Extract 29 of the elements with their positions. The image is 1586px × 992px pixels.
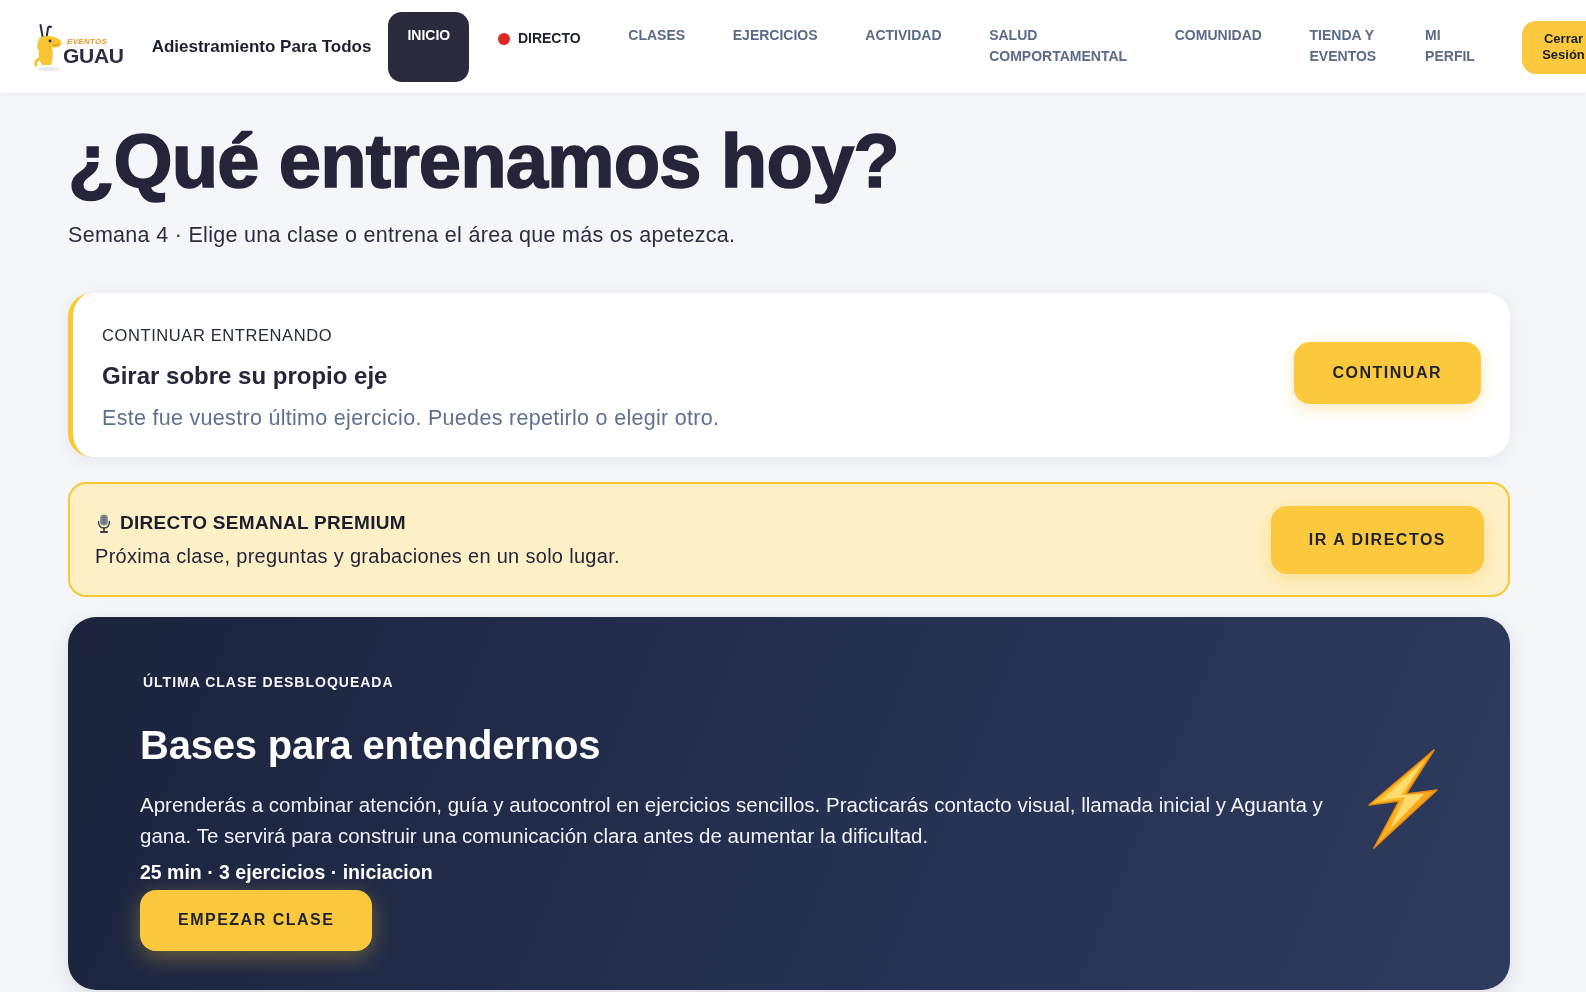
nav-tab[interactable]: EJERCICIOS: [713, 12, 837, 82]
lightning-icon: [1368, 748, 1438, 849]
logo-small-text: EVENTOS: [67, 36, 109, 46]
section-label: CONTINUAR ENTRENANDO: [102, 325, 333, 346]
class-title: Bases para entendernos: [140, 722, 601, 770]
live-button[interactable]: IR A DIRECTOS: [1270, 505, 1484, 574]
exercise-title: Girar sobre su propio eje: [102, 361, 388, 391]
nav-tab[interactable]: DIRECTO: [478, 12, 600, 82]
nav-tab[interactable]: SALUD COMPORTAMENTAL: [970, 12, 1147, 82]
logout-button[interactable]: Cerrar Sesión: [1522, 20, 1586, 74]
dog-mascot-icon: [34, 23, 64, 71]
start-class-button[interactable]: EMPEZAR CLASE: [140, 889, 373, 951]
banner-title: DIRECTO SEMANAL PREMIUM: [120, 511, 406, 535]
class-description: Aprenderás a combinar atención, guía y autocontrol en ejercicios sencillos. Practicarás contacto visual, llamada inicial y Aguanta y gana. Te servirá para construir una comunicación clara antes de aumentar la dificultad.: [140, 792, 1324, 850]
class-meta: 25 min · 3 ejercicios · iniciacion: [140, 859, 433, 885]
site-title: Adiestramiento Para Todos: [151, 36, 372, 58]
nav-tab[interactable]: CLASES: [609, 12, 705, 82]
page-subtitle: Semana 4 · Elige una clase o entrena el área que más os apetezca.: [68, 222, 736, 249]
section-label: ÚLTIMA CLASE DESBLOQUEADA: [143, 672, 394, 693]
nav-tab[interactable]: INICIO: [388, 12, 470, 82]
nav-tab[interactable]: TIENDA Y EVENTOS: [1290, 12, 1397, 82]
card-description: Este fue vuestro último ejercicio. Puedes repetirlo o elegir otro.: [102, 405, 720, 432]
nav-tab[interactable]: COMUNIDAD: [1155, 12, 1281, 82]
nav-tab[interactable]: ACTIVIDAD: [846, 12, 961, 82]
banner-description: Próxima clase, preguntas y grabaciones en un solo lugar.: [95, 544, 620, 569]
microphone-icon: [97, 513, 111, 533]
nav-tab[interactable]: MI PERFIL: [1406, 12, 1512, 82]
logo-text: GUAU: [63, 45, 124, 66]
continue-button[interactable]: CONTINUAR: [1293, 342, 1481, 404]
